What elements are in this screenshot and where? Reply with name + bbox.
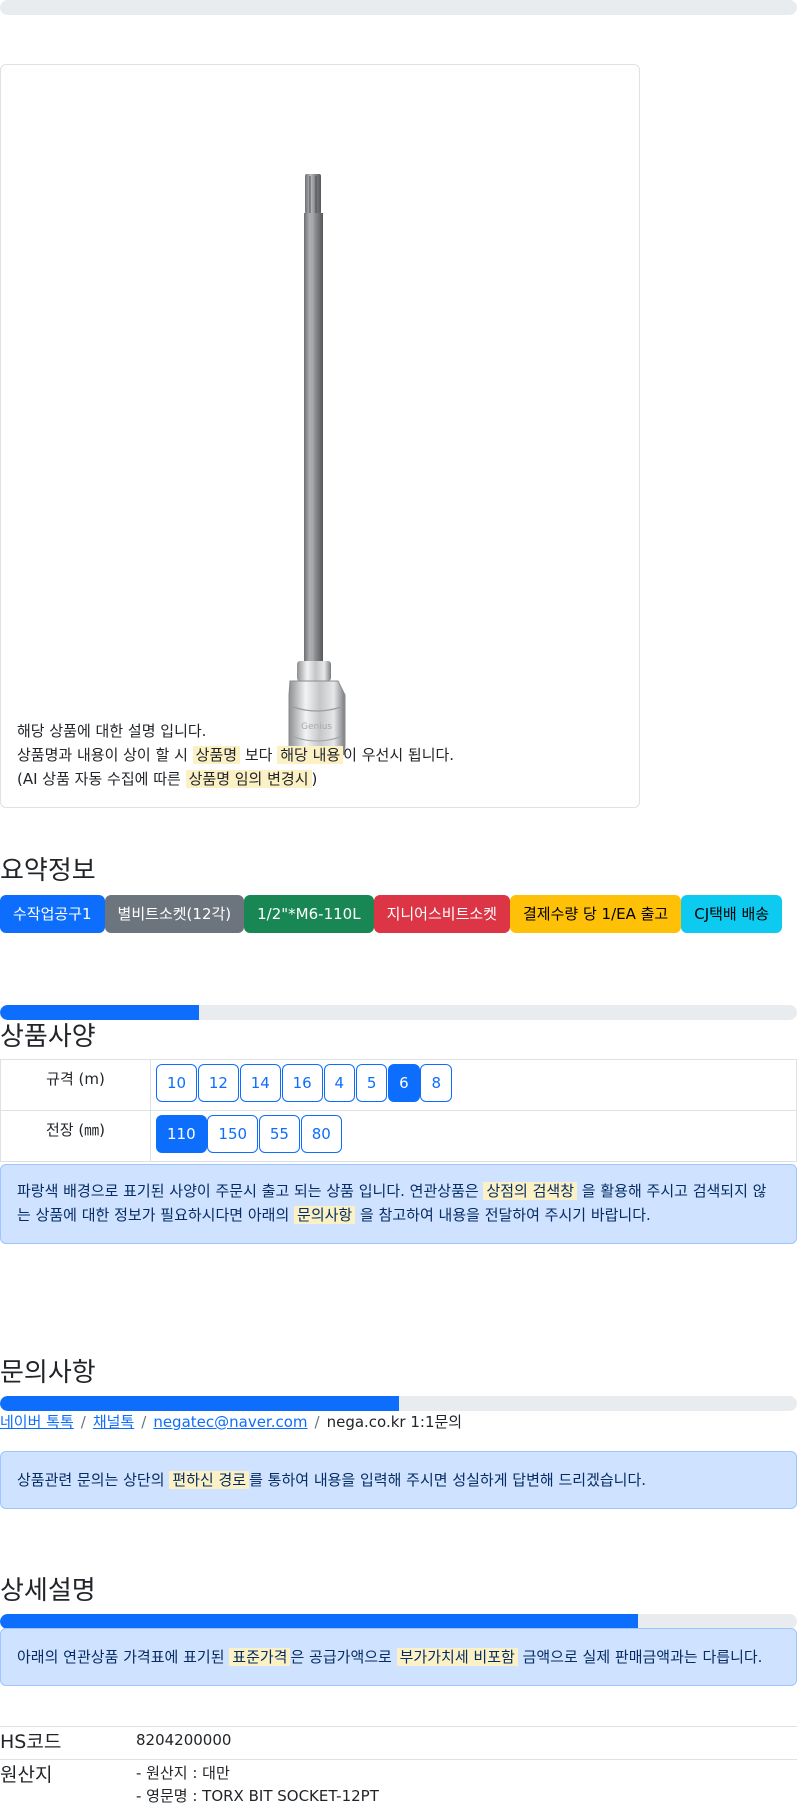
spec-progress-bar xyxy=(0,1005,797,1020)
origin-label: 원산지 xyxy=(0,1764,53,1786)
badge-subcategory: 별비트소켓(12각) xyxy=(104,895,245,933)
torx-bit-socket-image: Genius xyxy=(288,174,346,772)
size-option-4[interactable]: 4 xyxy=(323,1064,356,1102)
hs-code-row: HS코드 8204200000 xyxy=(0,1726,797,1759)
hs-code-label: HS코드 xyxy=(0,1731,62,1753)
separator: / xyxy=(314,1413,320,1431)
size-option-5[interactable]: 5 xyxy=(355,1064,388,1102)
separator: / xyxy=(80,1413,86,1431)
detail-progress-fill xyxy=(0,1614,638,1629)
spec-title: 상품사양 xyxy=(0,1022,96,1052)
hs-code-value: 8204200000 xyxy=(136,1731,232,1749)
origin-country: - 원산지 : 대만 xyxy=(136,1764,230,1782)
size-option-14[interactable]: 14 xyxy=(239,1064,281,1102)
text-fragment: 이 우선시 됩니다. xyxy=(343,746,455,764)
inquiry-notice: 상품관련 문의는 상단의 편하신 경로 를 통하여 내용을 입력해 주시면 성실하… xyxy=(0,1451,797,1509)
spec-row-size: 규격 (m) 10 12 14 16 4 5 6 8 xyxy=(0,1059,797,1111)
highlight-inquiry: 문의사항 xyxy=(294,1206,356,1224)
origin-row: 원산지 - 원산지 : 대만 - 영문명 : TORX BIT SOCKET-1… xyxy=(0,1759,797,1808)
text-fragment: 금액으로 실제 판매금액과는 다릅니다. xyxy=(517,1648,763,1666)
product-image: Genius xyxy=(1,95,641,772)
product-description: 해당 상품에 대한 설명 입니다. 상품명과 내용이 상이 할 시 상품명 보다… xyxy=(17,719,454,791)
description-line-3: (AI 상품 자동 수집에 따른 상품명 임의 변경시) xyxy=(17,767,454,791)
spec-notice: 파랑색 배경으로 표기된 사양이 주문시 출고 되는 상품 입니다. 연관상품은… xyxy=(0,1164,797,1244)
spec-label-size: 규격 (m) xyxy=(0,1059,151,1111)
length-option-80[interactable]: 80 xyxy=(300,1115,342,1153)
length-option-110-selected[interactable]: 110 xyxy=(156,1115,207,1153)
inquiry-title: 문의사항 xyxy=(0,1358,96,1388)
spec-options-length: 110 150 55 80 xyxy=(150,1110,797,1162)
summary-badges: 수작업공구1 별비트소켓(12각) 1/2"*M6-110L 지니어스비트소켓 … xyxy=(0,895,783,933)
inquiry-progress-fill xyxy=(0,1396,399,1411)
text-fragment: 아래의 연관상품 가격표에 표기된 xyxy=(17,1648,230,1666)
text-fragment: 를 통하여 내용을 입력해 주시면 성실하게 답변해 드리겠습니다. xyxy=(249,1471,647,1489)
email-link[interactable]: negatec@naver.com xyxy=(153,1413,307,1431)
spec-label-length: 전장 (㎜) xyxy=(0,1110,151,1162)
text-fragment: 보다 xyxy=(240,746,278,764)
naver-talk-link[interactable]: 네이버 톡톡 xyxy=(0,1413,74,1431)
highlight-vat-excluded: 부가가치세 비포함 xyxy=(396,1648,518,1666)
badge-spec: 1/2"*M6-110L xyxy=(244,895,374,933)
length-option-55[interactable]: 55 xyxy=(258,1115,300,1153)
highlight-product-name: 상품명 xyxy=(192,746,241,764)
size-option-6-selected[interactable]: 6 xyxy=(388,1064,420,1102)
origin-value: - 원산지 : 대만 - 영문명 : TORX BIT SOCKET-12PT xyxy=(136,1762,379,1808)
inquiry-progress-bar xyxy=(0,1396,797,1411)
size-option-16[interactable]: 16 xyxy=(281,1064,323,1102)
site-inquiry-text: nega.co.kr 1:1문의 xyxy=(326,1413,463,1431)
size-option-12[interactable]: 12 xyxy=(197,1064,239,1102)
highlight-standard-price: 표준가격 xyxy=(229,1648,291,1666)
text-fragment: (AI 상품 자동 수집에 따른 xyxy=(17,770,186,788)
text-fragment: 파랑색 배경으로 표기된 사양이 주문시 출고 되는 상품 입니다. 연관상품은 xyxy=(17,1182,484,1200)
highlight-name-change: 상품명 임의 변경시 xyxy=(185,770,312,788)
badge-quantity: 결제수량 당 1/EA 출고 xyxy=(509,895,682,933)
description-line-2: 상품명과 내용이 상이 할 시 상품명 보다 해당 내용 이 우선시 됩니다. xyxy=(17,743,454,767)
separator: / xyxy=(141,1413,147,1431)
badge-brand: 지니어스비트소켓 xyxy=(373,895,510,933)
text-fragment: 을 참고하여 내용을 전달하여 주시기 바랍니다. xyxy=(355,1206,651,1224)
size-option-10[interactable]: 10 xyxy=(156,1064,198,1102)
detail-notice: 아래의 연관상품 가격표에 표기된 표준가격 은 공급가액으로 부가가치세 비포함… xyxy=(0,1628,797,1686)
badge-shipping: CJ택배 배송 xyxy=(681,895,783,933)
size-option-8[interactable]: 8 xyxy=(420,1064,453,1102)
badge-category: 수작업공구1 xyxy=(0,895,105,933)
origin-english-name: - 영문명 : TORX BIT SOCKET-12PT xyxy=(136,1787,379,1805)
detail-title: 상세설명 xyxy=(0,1576,96,1606)
spec-table: 규격 (m) 10 12 14 16 4 5 6 8 전장 (㎜) 110 15… xyxy=(0,1059,797,1162)
product-card: Genius 해당 상품에 대한 설명 입니다. 상품명과 내용이 상이 할 시… xyxy=(0,64,640,808)
channel-talk-link[interactable]: 채널톡 xyxy=(93,1413,134,1431)
description-line-1: 해당 상품에 대한 설명 입니다. xyxy=(17,722,207,740)
text-fragment: ) xyxy=(311,770,318,788)
spec-options-size: 10 12 14 16 4 5 6 8 xyxy=(150,1059,797,1111)
highlight-route: 편하신 경로 xyxy=(169,1471,250,1489)
highlight-content: 해당 내용 xyxy=(277,746,344,764)
top-progress-bar xyxy=(0,0,797,15)
inquiry-links: 네이버 톡톡 / 채널톡 / negatec@naver.com / nega.co.kr … xyxy=(0,1410,462,1434)
text-fragment: 상품명과 내용이 상이 할 시 xyxy=(17,746,193,764)
text-fragment: 상품관련 문의는 상단의 xyxy=(17,1471,170,1489)
detail-progress-bar xyxy=(0,1614,797,1629)
summary-title: 요약정보 xyxy=(0,856,96,886)
highlight-search: 상점의 검색창 xyxy=(483,1182,578,1200)
text-fragment: 은 공급가액으로 xyxy=(290,1648,397,1666)
spec-row-length: 전장 (㎜) 110 150 55 80 xyxy=(0,1110,797,1162)
length-option-150[interactable]: 150 xyxy=(207,1115,259,1153)
